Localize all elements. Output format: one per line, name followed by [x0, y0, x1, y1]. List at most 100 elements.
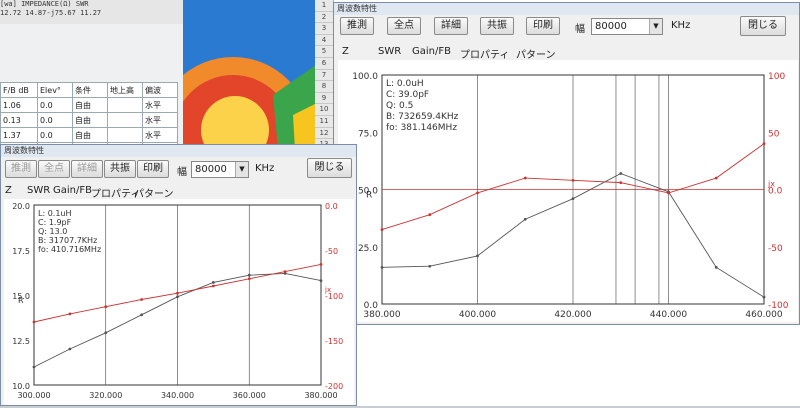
- unit-label: KHz: [255, 163, 275, 174]
- measure-button[interactable]: 推測: [5, 160, 37, 178]
- close-button[interactable]: 閉じる: [307, 158, 352, 178]
- tab-swr[interactable]: SWR: [378, 46, 401, 57]
- detail-button[interactable]: 詳細: [434, 17, 468, 35]
- bg-header-line1: [wa] IMPEDANCE(Ω) SWR: [0, 0, 89, 8]
- x-tick-label: 360.000: [233, 391, 266, 400]
- bg-table-cell: 水平: [142, 112, 178, 128]
- close-button[interactable]: 閉じる: [740, 16, 786, 36]
- bg-table-cell: 自由: [72, 97, 108, 113]
- reactance-point: [571, 178, 575, 182]
- x-tick-label: 420.000: [554, 310, 591, 320]
- bg-table-cell: 自由: [72, 127, 108, 143]
- reactance-point: [104, 305, 108, 309]
- x-tick-label: 320.000: [89, 391, 122, 400]
- reactance-point: [714, 176, 718, 180]
- y-left-tick-label: 75.0: [358, 129, 378, 139]
- bg-table-cell: 1.06: [0, 97, 38, 113]
- bg-table-row: 0.13 0.0 自由 水平: [0, 112, 178, 128]
- bg-table-cell: 水平: [142, 97, 178, 113]
- row-number: 6: [315, 58, 333, 70]
- bg-table-cell: 0.0: [37, 112, 73, 128]
- tab-swr[interactable]: SWR: [27, 185, 50, 196]
- resistance-point: [523, 217, 527, 221]
- y-left-tick-label: 100.0: [352, 72, 378, 82]
- print-button[interactable]: 印刷: [137, 160, 169, 178]
- bg-table-header-cell: 地上高: [107, 82, 143, 98]
- tab-gain-fb[interactable]: Gain/FB: [412, 46, 451, 57]
- reactance-point: [140, 298, 144, 301]
- x-tick-label: 460.000: [745, 310, 782, 320]
- bg-table-header-cell: 偏波: [142, 82, 178, 98]
- bg-table-row: 1.37 0.0 自由 水平: [0, 127, 178, 143]
- tab-pattern[interactable]: パターン: [516, 46, 556, 61]
- bg-table-header-cell: 条件: [72, 82, 108, 98]
- detail-button[interactable]: 詳細: [71, 160, 103, 178]
- row-number: 2: [315, 12, 333, 24]
- bg-table-header-row: F/B dB Elev° 条件 地上高 偏波: [0, 82, 178, 98]
- unit-label: KHz: [671, 20, 691, 31]
- y-right-axis-label: jx: [767, 180, 775, 189]
- info-c: C: 1.9pF: [38, 218, 72, 227]
- resistance-point: [762, 295, 766, 299]
- info-b: B: 31707.7KHz: [38, 236, 97, 245]
- resistance-point: [714, 265, 718, 269]
- info-l: L: 0.1uH: [38, 209, 72, 218]
- measure-button[interactable]: 推測: [340, 17, 374, 35]
- bg-header-line2: 12.72 14.87-j75.67 11.27: [0, 9, 102, 17]
- y-right-tick-label: 50: [768, 129, 780, 139]
- resistance-point: [32, 365, 36, 369]
- tab-properties[interactable]: プロパティ: [91, 185, 140, 200]
- info-q: Q: 0.5: [386, 101, 413, 111]
- impedance-chart: 380.000 400.000 420.000 440.000 460.000 100.0…: [352, 72, 788, 320]
- resonance-button[interactable]: 共振: [480, 17, 514, 35]
- chevron-down-icon[interactable]: ▼: [235, 162, 248, 177]
- resistance-point: [247, 273, 251, 277]
- row-number: 11: [315, 116, 333, 128]
- y-left-tick-label: 12.5: [12, 337, 30, 346]
- tab-gain-fb[interactable]: Gain/FB: [53, 185, 92, 196]
- width-select[interactable]: 80000 ▼: [591, 18, 663, 35]
- info-q: Q: 13.0: [38, 227, 67, 236]
- x-tick-label: 440.000: [650, 310, 687, 320]
- window-title: 周波数特性: [1, 145, 356, 157]
- x-tick-label: 300.000: [17, 391, 50, 400]
- y-right-axis-label: jx: [324, 286, 331, 294]
- row-number: 8: [315, 81, 333, 93]
- bg-table-cell: [107, 97, 143, 113]
- y-left-tick-label: 0.0: [364, 301, 379, 311]
- x-tick-label: 400.000: [459, 310, 496, 320]
- y-left-tick-label: 10.0: [12, 382, 30, 391]
- tab-properties[interactable]: プロパティ: [460, 46, 509, 61]
- resonance-button[interactable]: 共振: [104, 160, 136, 178]
- tab-pattern[interactable]: パターン: [134, 185, 174, 200]
- x-tick-label: 340.000: [161, 391, 194, 400]
- info-fo: fo: 381.146MHz: [386, 123, 457, 133]
- info-l: L: 0.0uH: [386, 79, 424, 89]
- bg-table-row: 1.06 0.0 自由 水平: [0, 97, 178, 113]
- tab-z[interactable]: Z: [5, 185, 12, 196]
- row-number: 10: [315, 104, 333, 116]
- all-points-button[interactable]: 全点: [38, 160, 70, 178]
- resistance-point: [140, 313, 144, 317]
- reactance-point: [283, 270, 287, 273]
- reactance-point: [428, 213, 432, 217]
- row-number: 12: [315, 128, 333, 140]
- chevron-down-icon[interactable]: ▼: [649, 19, 662, 34]
- all-points-button[interactable]: 全点: [387, 17, 421, 35]
- chart-area: 300.000 320.000 340.000 360.000 380.000 20.0 0…: [4, 199, 354, 405]
- resistance-point: [319, 279, 323, 282]
- window-title: 周波数特性: [334, 3, 799, 15]
- y-right-tick-label: -200: [325, 382, 343, 391]
- bg-table-cell: 0.13: [0, 112, 38, 128]
- y-right-tick-label: -50: [325, 247, 338, 256]
- print-button[interactable]: 印刷: [526, 17, 560, 35]
- freq-window-back: 周波数特性 推測 全点 詳細 共振 印刷 幅 80000 ▼ KHz 閉じる Z…: [333, 2, 800, 325]
- resistance-point: [428, 264, 432, 268]
- y-left-tick-label: 25.0: [358, 244, 378, 254]
- bg-table-cell: [107, 127, 143, 143]
- reactance-point: [523, 176, 527, 180]
- bg-table-cell: 0.0: [37, 127, 73, 143]
- width-select[interactable]: 80000 ▼: [191, 161, 249, 178]
- resistance-point: [104, 331, 108, 335]
- tab-z[interactable]: Z: [342, 46, 349, 57]
